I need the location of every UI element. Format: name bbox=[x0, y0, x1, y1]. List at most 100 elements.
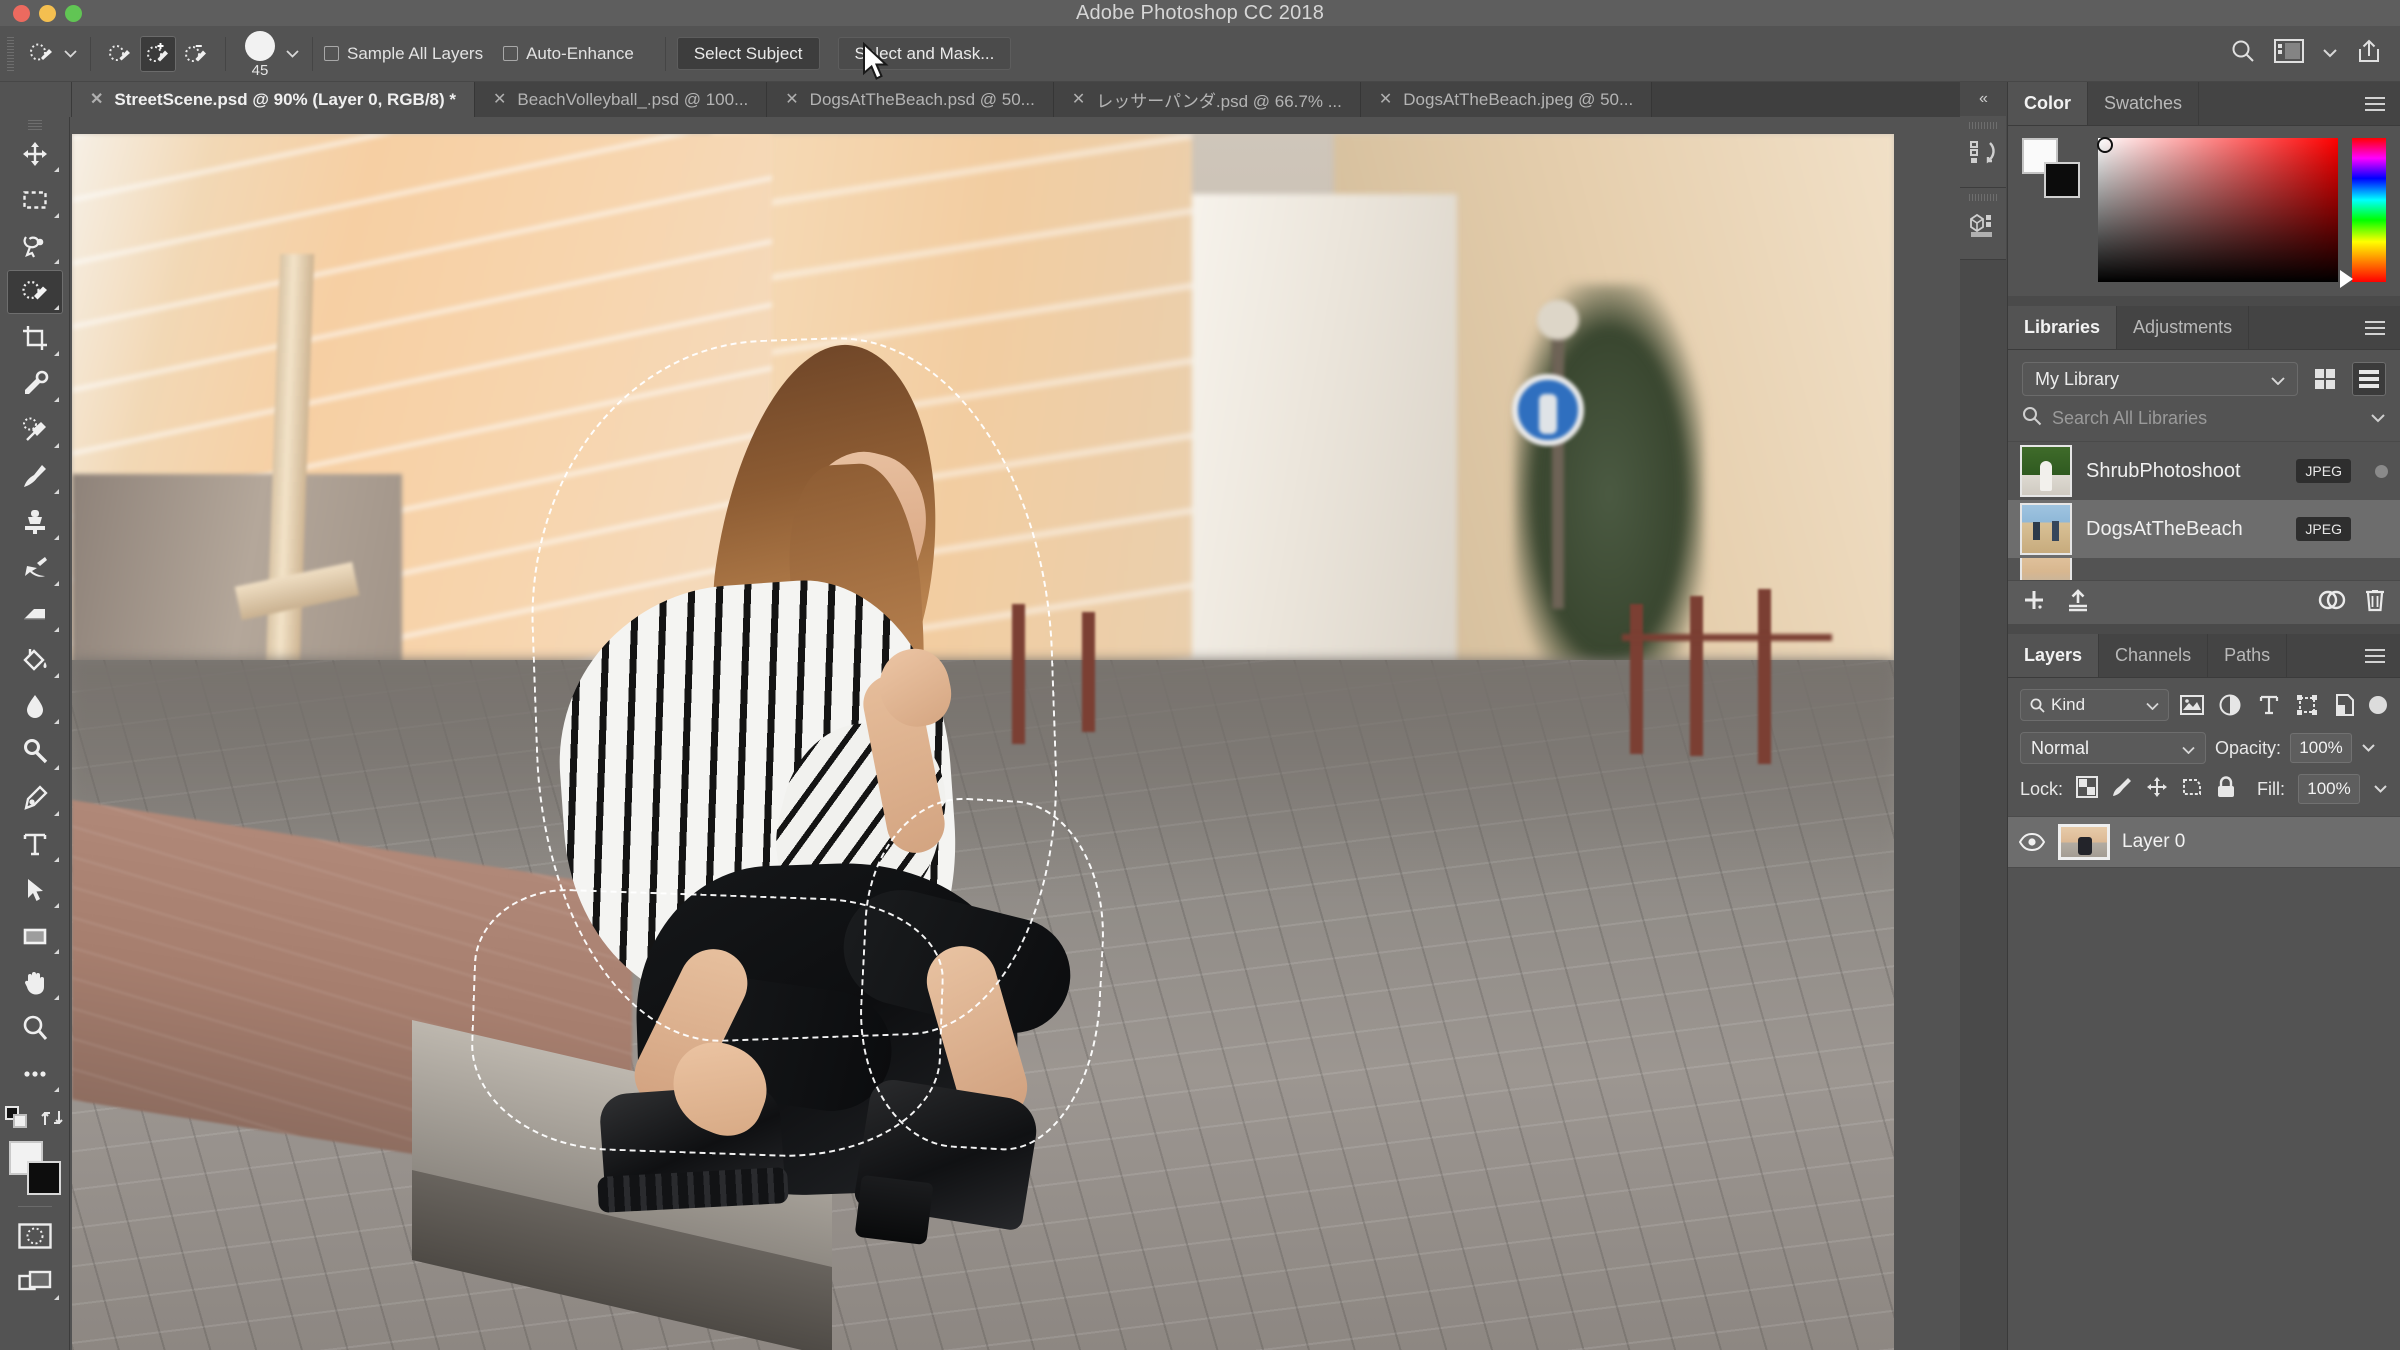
opacity-chevron-down-icon[interactable] bbox=[2361, 739, 2376, 757]
rectangular-marquee-tool[interactable] bbox=[7, 178, 63, 222]
default-colors-icon[interactable] bbox=[4, 1106, 31, 1135]
sample-all-layers-checkbox[interactable]: Sample All Layers bbox=[324, 44, 483, 64]
lock-image-pixels-icon[interactable] bbox=[2111, 776, 2133, 803]
list-item[interactable]: ShrubPhotoshoot JPEG bbox=[2008, 442, 2400, 500]
brush-tool[interactable] bbox=[7, 454, 63, 498]
library-select[interactable]: My Library bbox=[2022, 362, 2298, 396]
hand-tool[interactable] bbox=[7, 960, 63, 1004]
brush-chevron-down-icon[interactable] bbox=[283, 36, 301, 72]
select-and-mask-button[interactable]: Select and Mask... bbox=[837, 37, 1012, 70]
lasso-brush-icon[interactable] bbox=[23, 36, 59, 72]
filter-pixel-icon[interactable] bbox=[2178, 690, 2207, 720]
double-chevron-left-icon[interactable]: « bbox=[1960, 82, 2007, 116]
chevron-down-icon[interactable] bbox=[2322, 45, 2338, 63]
share-icon[interactable] bbox=[2356, 38, 2382, 69]
options-bar-grip[interactable] bbox=[5, 36, 17, 71]
checkbox-box[interactable] bbox=[503, 46, 519, 61]
fill-chevron-down-icon[interactable] bbox=[2373, 780, 2388, 798]
eye-icon[interactable] bbox=[2018, 833, 2046, 851]
tab-beachvolleyball[interactable]: ✕ BeachVolleyball_.psd @ 100... bbox=[475, 82, 768, 117]
background-color-swatch[interactable] bbox=[26, 1161, 61, 1195]
list-view-icon[interactable] bbox=[2352, 362, 2386, 396]
panel-menu-icon[interactable] bbox=[2350, 306, 2400, 349]
clone-stamp-tool[interactable] bbox=[7, 500, 63, 544]
chevron-down-icon[interactable] bbox=[2271, 369, 2285, 390]
canvas-area[interactable] bbox=[70, 117, 1960, 1350]
tab-swatches[interactable]: Swatches bbox=[2088, 82, 2200, 125]
tools-panel-grip[interactable] bbox=[27, 120, 42, 130]
delete-icon[interactable] bbox=[2364, 588, 2386, 617]
auto-enhance-checkbox[interactable]: Auto-Enhance bbox=[503, 44, 634, 64]
close-icon[interactable]: ✕ bbox=[785, 91, 798, 108]
hue-slider[interactable] bbox=[2340, 138, 2386, 288]
new-selection-icon[interactable] bbox=[102, 36, 138, 72]
close-icon[interactable]: ✕ bbox=[1379, 91, 1392, 108]
layer-row-layer-0[interactable]: Layer 0 bbox=[2008, 816, 2400, 868]
tab-dogsatthebeach-psd[interactable]: ✕ DogsAtTheBeach.psd @ 50... bbox=[767, 82, 1054, 117]
lock-artboard-icon[interactable] bbox=[2181, 776, 2203, 803]
color-fg-bg-swatches[interactable] bbox=[2022, 138, 2084, 202]
chevron-down-icon[interactable] bbox=[2145, 695, 2159, 715]
tool-preset-picker[interactable] bbox=[23, 36, 79, 72]
chevron-down-icon[interactable] bbox=[2182, 738, 2195, 759]
zoom-tool[interactable] bbox=[7, 1006, 63, 1050]
filter-smart-object-icon[interactable] bbox=[2330, 690, 2359, 720]
tab-layers[interactable]: Layers bbox=[2008, 634, 2100, 677]
foreground-background-color[interactable] bbox=[7, 1139, 63, 1201]
filter-adjustment-icon[interactable] bbox=[2216, 690, 2245, 720]
tab-streetscene[interactable]: ✕ StreetScene.psd @ 90% (Layer 0, RGB/8)… bbox=[72, 82, 475, 117]
quick-mask-icon[interactable] bbox=[7, 1214, 63, 1258]
select-subject-button[interactable]: Select Subject bbox=[676, 37, 820, 70]
opacity-input[interactable]: 100% bbox=[2290, 733, 2353, 763]
lock-position-icon[interactable] bbox=[2146, 776, 2168, 803]
eyedropper-tool[interactable] bbox=[7, 362, 63, 406]
checkbox-box[interactable] bbox=[324, 46, 339, 61]
add-content-icon[interactable] bbox=[2022, 588, 2046, 617]
history-brush-tool[interactable] bbox=[7, 546, 63, 590]
tab-color[interactable]: Color bbox=[2008, 82, 2088, 125]
panel-menu-icon[interactable] bbox=[2350, 634, 2400, 677]
edit-toolbar-button[interactable] bbox=[7, 1052, 63, 1096]
swap-colors-icon[interactable] bbox=[40, 1107, 65, 1134]
panel-grip[interactable] bbox=[1969, 194, 1997, 201]
chevron-down-icon[interactable] bbox=[2370, 410, 2386, 428]
layer-filter-toggle[interactable] bbox=[2369, 690, 2388, 720]
tab-adjustments[interactable]: Adjustments bbox=[2117, 306, 2250, 349]
tab-libraries[interactable]: Libraries bbox=[2008, 306, 2118, 349]
filter-shape-icon[interactable] bbox=[2292, 690, 2321, 720]
saturation-value-field[interactable] bbox=[2097, 137, 2338, 282]
color-field-marker[interactable] bbox=[2097, 137, 2113, 153]
upload-icon[interactable] bbox=[2066, 588, 2090, 617]
panel-grip[interactable] bbox=[1969, 122, 1997, 129]
eraser-tool[interactable] bbox=[7, 592, 63, 636]
filter-type-icon[interactable] bbox=[2254, 690, 2283, 720]
grid-view-icon[interactable] bbox=[2308, 362, 2342, 396]
selection-mode-group[interactable] bbox=[102, 35, 214, 72]
brush-size-picker[interactable]: 45 bbox=[237, 29, 283, 79]
screen-mode-icon[interactable] bbox=[7, 1260, 63, 1304]
crop-tool[interactable] bbox=[7, 316, 63, 360]
layer-filter-kind-select[interactable]: Kind bbox=[2020, 689, 2169, 721]
blur-tool[interactable] bbox=[7, 684, 63, 728]
quick-selection-tool[interactable] bbox=[6, 270, 63, 314]
creative-cloud-icon[interactable] bbox=[2318, 589, 2346, 616]
tab-lesser-panda[interactable]: ✕ レッサーパンダ.psd @ 66.7% ... bbox=[1053, 82, 1361, 117]
close-icon[interactable]: ✕ bbox=[1072, 91, 1085, 108]
tab-paths[interactable]: Paths bbox=[2208, 634, 2288, 677]
history-panel-icon[interactable] bbox=[1960, 116, 2006, 188]
chevron-down-icon[interactable] bbox=[61, 36, 79, 72]
3d-properties-panel-icon[interactable] bbox=[1960, 188, 2006, 260]
hue-slider-marker[interactable] bbox=[2340, 270, 2353, 288]
list-item[interactable]: DogsAtTheBeach JPEG bbox=[2008, 500, 2400, 558]
rectangle-tool[interactable] bbox=[7, 914, 63, 958]
panel-menu-icon[interactable] bbox=[2350, 82, 2400, 125]
path-selection-tool[interactable] bbox=[7, 868, 63, 912]
search-input[interactable]: Search All Libraries bbox=[2052, 408, 2360, 429]
move-tool[interactable] bbox=[7, 132, 63, 176]
paint-bucket-tool[interactable] bbox=[7, 638, 63, 682]
list-item[interactable] bbox=[2008, 558, 2400, 580]
lock-all-icon[interactable] bbox=[2216, 775, 2236, 803]
close-icon[interactable]: ✕ bbox=[90, 91, 103, 108]
document-canvas[interactable] bbox=[72, 134, 1894, 1350]
fill-input[interactable]: 100% bbox=[2298, 774, 2360, 804]
